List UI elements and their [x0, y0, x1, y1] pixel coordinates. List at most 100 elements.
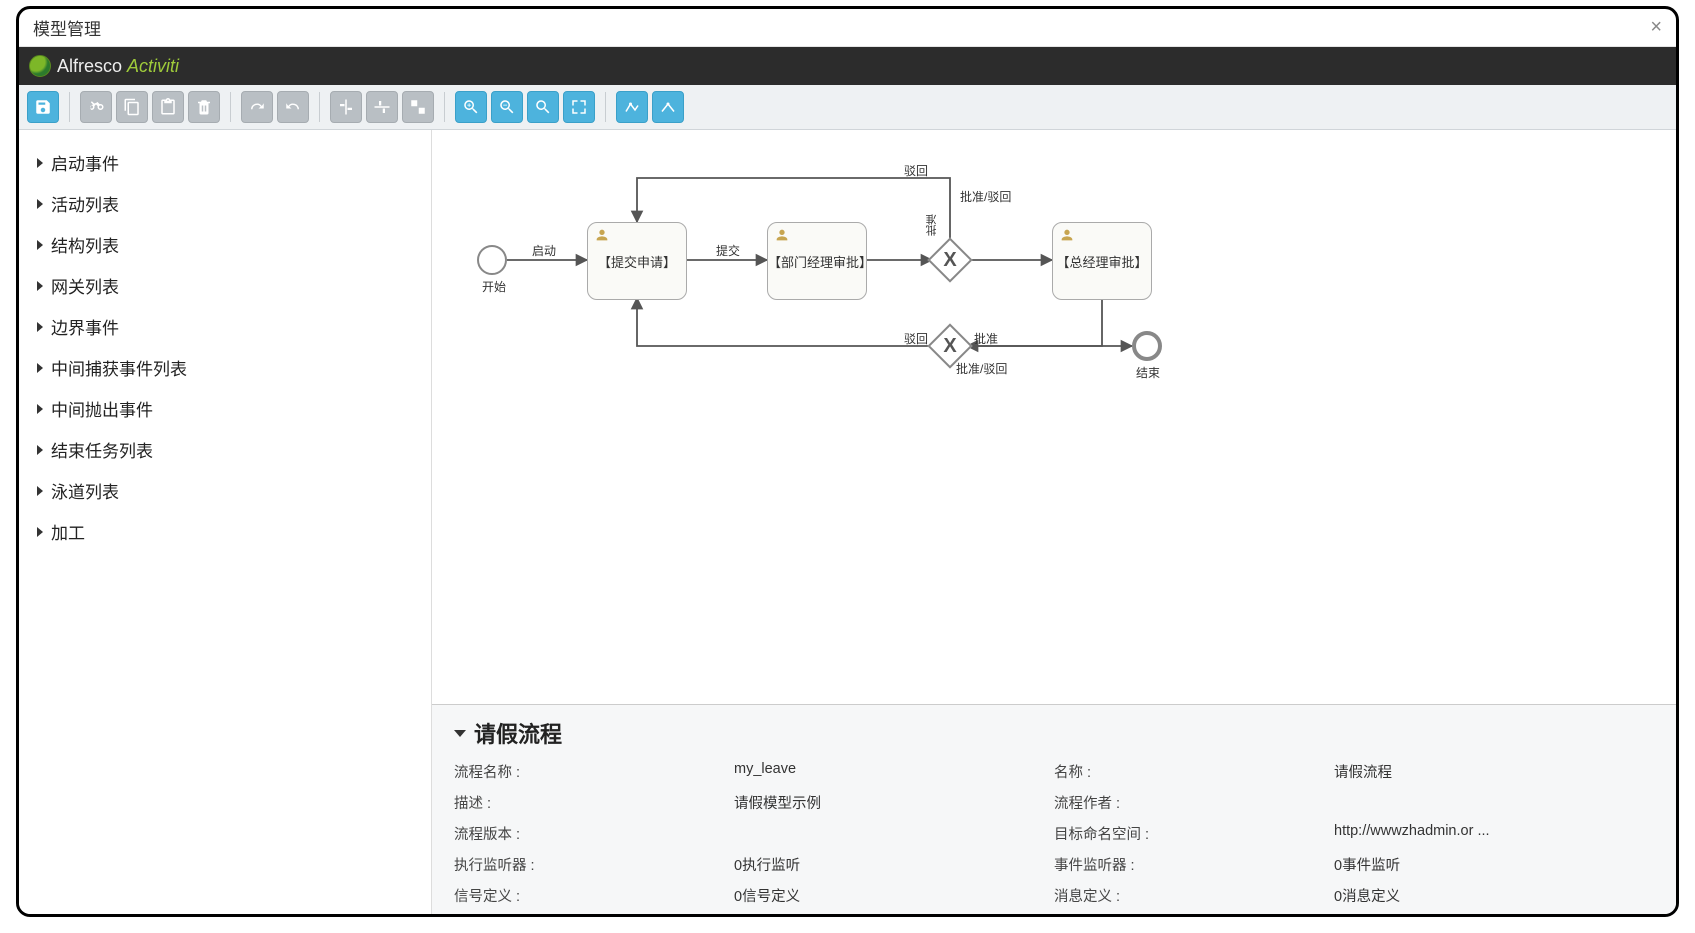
palette-group-activities[interactable]: 活动列表	[33, 183, 417, 224]
flow-label-approve2: 批准	[974, 330, 998, 347]
prop-value-author[interactable]	[1334, 792, 1654, 813]
palette-group-label: 活动列表	[51, 191, 119, 216]
palette-group-intermediate-throw[interactable]: 中间抛出事件	[33, 388, 417, 429]
prop-value-version[interactable]	[734, 823, 1054, 844]
chevron-right-icon	[37, 322, 43, 332]
prop-value-exec-listeners[interactable]: 0执行监听	[734, 854, 1054, 875]
bpmn-task-submit[interactable]: 【提交申请】	[587, 222, 687, 300]
palette-group-end-events[interactable]: 结束任务列表	[33, 429, 417, 470]
palette-group-artifacts[interactable]: 加工	[33, 511, 417, 552]
prop-key: 描述 :	[454, 792, 734, 813]
prop-value-event-listeners[interactable]: 0事件监听	[1334, 854, 1654, 875]
properties-grid: 流程名称 : my_leave 名称 : 请假流程 描述 : 请假模型示例 流程…	[454, 761, 1654, 906]
palette-group-label: 中间抛出事件	[51, 396, 153, 421]
remove-bendpoint-button[interactable]	[652, 91, 684, 123]
prop-key: 消息定义 :	[1054, 885, 1334, 906]
zoom-in-button[interactable]	[455, 91, 487, 123]
palette-group-label: 加工	[51, 519, 85, 544]
align-vertical-button[interactable]	[330, 91, 362, 123]
palette-group-label: 结束任务列表	[51, 437, 153, 462]
prop-key: 流程名称 :	[454, 761, 734, 782]
prop-value-message-defs[interactable]: 0消息定义	[1334, 885, 1654, 906]
chevron-right-icon	[37, 527, 43, 537]
palette-group-start-events[interactable]: 启动事件	[33, 142, 417, 183]
align-horizontal-button[interactable]	[366, 91, 398, 123]
zoom-fit-button[interactable]	[563, 91, 595, 123]
brand-name-2: Activiti	[127, 56, 179, 76]
bpmn-start-event[interactable]	[477, 245, 507, 275]
bpmn-end-label: 结束	[1136, 364, 1160, 381]
toolbar-separator	[230, 92, 231, 122]
toolbar-separator	[319, 92, 320, 122]
window-title: 模型管理	[33, 15, 101, 40]
redo-icon	[248, 98, 266, 116]
zoom-actual-button[interactable]	[527, 91, 559, 123]
paste-button[interactable]	[152, 91, 184, 123]
user-icon	[774, 227, 790, 243]
properties-panel: 请假流程 流程名称 : my_leave 名称 : 请假流程 描述 : 请假模型…	[432, 704, 1676, 914]
close-icon[interactable]: ×	[1650, 16, 1662, 39]
same-size-button[interactable]	[402, 91, 434, 123]
palette-group-label: 网关列表	[51, 273, 119, 298]
delete-button[interactable]	[188, 91, 220, 123]
bpmn-canvas[interactable]: 开始 启动 【提交申请】 提交 【部门经理审批】 X 驳回 批准 批准/驳回	[432, 130, 1676, 704]
x-icon: X	[936, 246, 964, 274]
prop-value-signal-defs[interactable]: 0信号定义	[734, 885, 1054, 906]
chevron-right-icon	[37, 445, 43, 455]
bpmn-end-event[interactable]	[1132, 331, 1162, 361]
toolbar-separator	[605, 92, 606, 122]
prop-value-process-id[interactable]: my_leave	[734, 761, 1054, 782]
user-icon	[594, 227, 610, 243]
prop-key: 目标命名空间 :	[1054, 823, 1334, 844]
chevron-down-icon	[454, 730, 466, 737]
app-window: 模型管理 × Alfresco Activiti	[16, 6, 1679, 917]
palette-group-intermediate-catch[interactable]: 中间捕获事件列表	[33, 347, 417, 388]
bpmn-task-dept-manager[interactable]: 【部门经理审批】	[767, 222, 867, 300]
cut-button[interactable]	[80, 91, 112, 123]
alfresco-logo-icon	[29, 55, 51, 77]
chevron-right-icon	[37, 281, 43, 291]
brand-name-1: Alfresco	[57, 56, 122, 76]
gateway-label-2: 批准/驳回	[956, 360, 1007, 377]
bpmn-task-general-manager[interactable]: 【总经理审批】	[1052, 222, 1152, 300]
zoom-actual-icon	[534, 98, 552, 116]
brand-text: Alfresco Activiti	[57, 56, 179, 77]
zoom-out-button[interactable]	[491, 91, 523, 123]
add-bendpoint-button[interactable]	[616, 91, 648, 123]
x-icon: X	[936, 332, 964, 360]
align-horizontal-icon	[373, 98, 391, 116]
flow-label-reject1: 驳回	[904, 162, 928, 179]
toolbar-separator	[444, 92, 445, 122]
toolbar	[19, 85, 1676, 130]
prop-value-description[interactable]: 请假模型示例	[734, 792, 1054, 813]
properties-title: 请假流程	[474, 717, 562, 749]
redo-button[interactable]	[241, 91, 273, 123]
prop-key: 名称 :	[1054, 761, 1334, 782]
gateway-label-1: 批准/驳回	[960, 188, 1011, 205]
prop-value-name[interactable]: 请假流程	[1334, 761, 1654, 782]
palette-group-label: 泳道列表	[51, 478, 119, 503]
chevron-right-icon	[37, 486, 43, 496]
properties-header[interactable]: 请假流程	[454, 717, 1654, 749]
undo-button[interactable]	[277, 91, 309, 123]
palette-group-boundary-events[interactable]: 边界事件	[33, 306, 417, 347]
same-size-icon	[409, 98, 427, 116]
copy-icon	[123, 98, 141, 116]
user-icon	[1059, 227, 1075, 243]
palette-group-structural[interactable]: 结构列表	[33, 224, 417, 265]
cut-icon	[87, 98, 105, 116]
palette-group-swimlanes[interactable]: 泳道列表	[33, 470, 417, 511]
titlebar: 模型管理 ×	[19, 9, 1676, 47]
chevron-right-icon	[37, 199, 43, 209]
prop-key: 信号定义 :	[454, 885, 734, 906]
paste-icon	[159, 98, 177, 116]
save-button[interactable]	[27, 91, 59, 123]
align-vertical-icon	[337, 98, 355, 116]
copy-button[interactable]	[116, 91, 148, 123]
prop-value-namespace[interactable]: http://wwwzhadmin.or ...	[1334, 823, 1654, 844]
palette-group-gateways[interactable]: 网关列表	[33, 265, 417, 306]
bpmn-gateway-1[interactable]: X	[927, 237, 972, 282]
palette-group-label: 中间捕获事件列表	[51, 355, 187, 380]
undo-icon	[284, 98, 302, 116]
flow-label-submit: 提交	[716, 242, 740, 259]
